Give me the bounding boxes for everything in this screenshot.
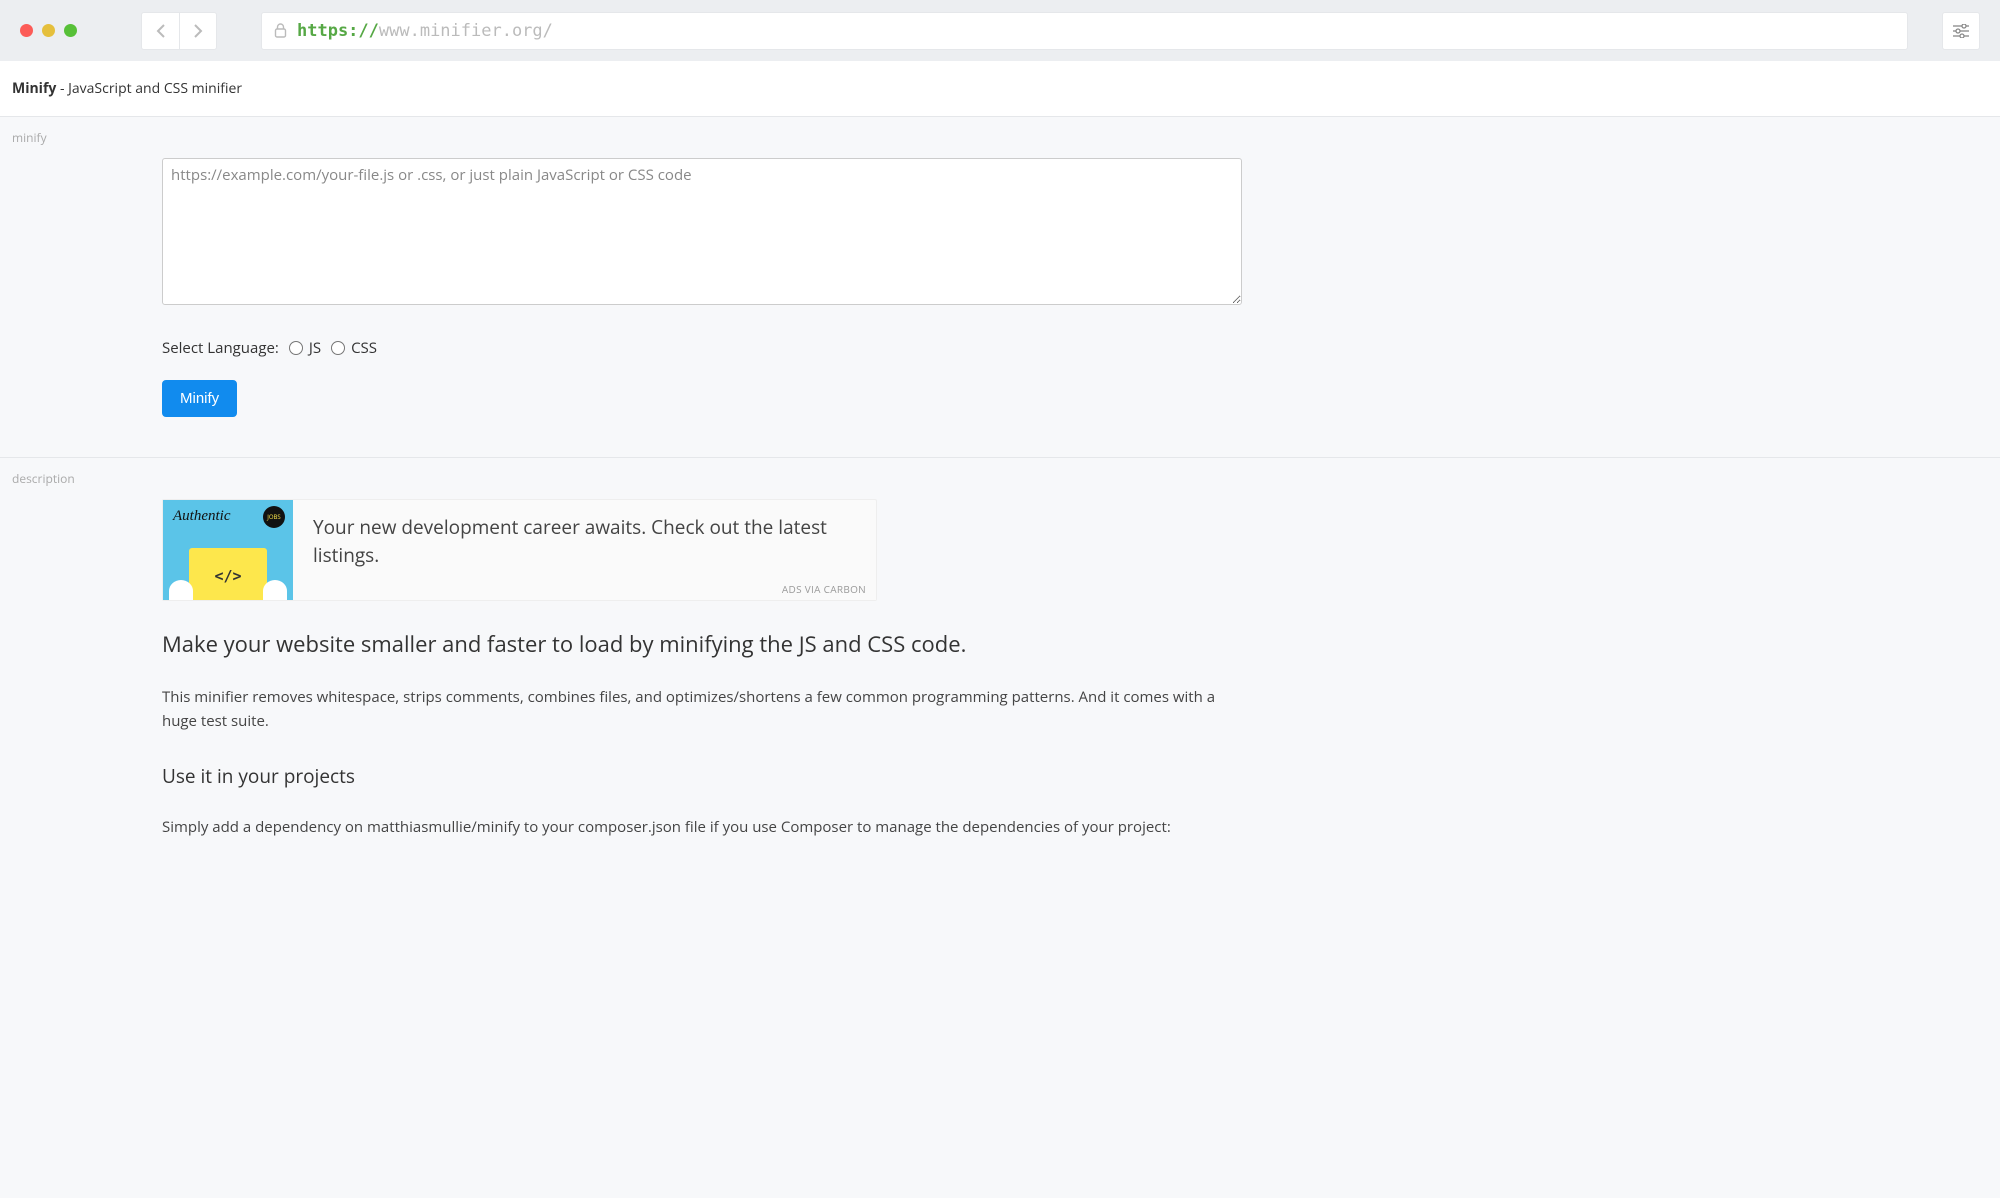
ad-code-glyph: </>	[214, 567, 241, 585]
settings-button[interactable]	[1942, 12, 1980, 50]
description-paragraph: This minifier removes whitespace, strips…	[162, 685, 1242, 733]
radio-js-label[interactable]: JS	[289, 338, 321, 358]
minimize-window-button[interactable]	[42, 24, 55, 37]
close-window-button[interactable]	[20, 24, 33, 37]
url-host: www.minifier.org/	[379, 21, 553, 41]
use-in-projects-paragraph: Simply add a dependency on matthiasmulli…	[162, 815, 1242, 839]
maximize-window-button[interactable]	[64, 24, 77, 37]
ad-brand-script: Authentic	[173, 508, 230, 525]
ad-hand-left-icon	[169, 580, 193, 600]
description-section: description Authentic JOBS </> Your new …	[0, 458, 2000, 879]
minify-section: minify Select Language: JS CSS Minify	[0, 117, 2000, 458]
ad-image: Authentic JOBS </>	[163, 500, 293, 600]
use-in-projects-heading: Use it in your projects	[162, 763, 1242, 789]
brand-name: Minify	[12, 79, 56, 98]
section-label-description: description	[0, 458, 2000, 499]
language-selector: Select Language: JS CSS	[162, 338, 1242, 358]
minify-button[interactable]: Minify	[162, 380, 237, 417]
forward-button[interactable]	[179, 12, 217, 50]
radio-js[interactable]	[289, 341, 303, 355]
lock-icon	[274, 23, 287, 38]
description-lead: Make your website smaller and faster to …	[162, 629, 1242, 659]
ad-laptop-icon: </>	[189, 548, 267, 600]
section-label-minify: minify	[0, 117, 2000, 158]
brand-tagline: - JavaScript and CSS minifier	[56, 79, 242, 98]
carbon-ad[interactable]: Authentic JOBS </> Your new development …	[162, 499, 877, 601]
back-button[interactable]	[141, 12, 179, 50]
page-header: Minify - JavaScript and CSS minifier	[0, 61, 2000, 117]
ad-badge-icon: JOBS	[263, 506, 285, 528]
ad-via-label: ADS VIA CARBON	[772, 578, 876, 600]
radio-js-text: JS	[309, 338, 321, 358]
code-input[interactable]	[162, 158, 1242, 305]
radio-css-text: CSS	[351, 338, 377, 358]
select-language-label: Select Language:	[162, 338, 279, 358]
radio-css-label[interactable]: CSS	[331, 338, 377, 358]
radio-css[interactable]	[331, 341, 345, 355]
nav-buttons	[141, 12, 217, 50]
url-bar[interactable]: https://www.minifier.org/	[261, 12, 1908, 50]
browser-chrome: https://www.minifier.org/	[0, 0, 2000, 61]
ad-hand-right-icon	[263, 580, 287, 600]
url-protocol: https://	[297, 21, 379, 41]
window-controls	[20, 24, 77, 37]
